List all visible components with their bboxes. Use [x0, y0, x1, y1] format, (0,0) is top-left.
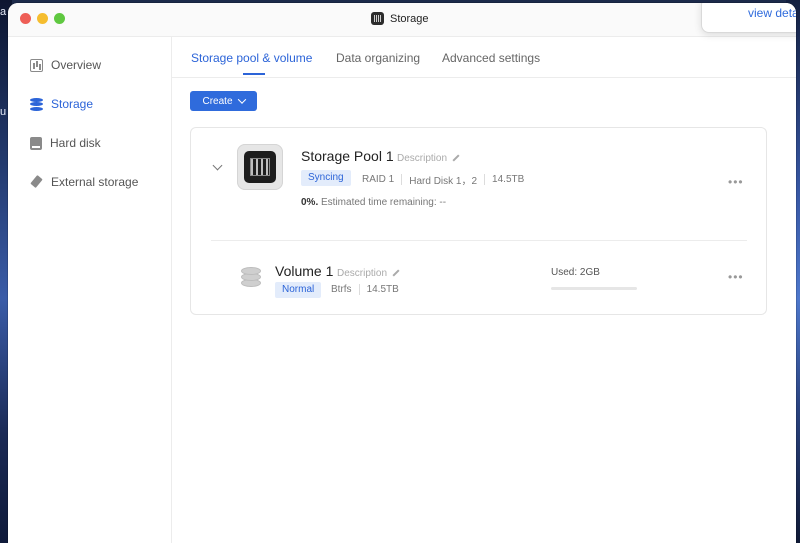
volume-usage-bar	[551, 287, 637, 290]
active-tab-indicator	[243, 73, 265, 75]
volume-icon	[240, 267, 262, 289]
create-button[interactable]: Create	[190, 91, 257, 111]
tab-bar: Storage pool & volume Data organizing Ad…	[171, 37, 796, 78]
volume-name: Volume 1	[275, 263, 334, 279]
sidebar-item-storage[interactable]: Storage	[30, 94, 93, 114]
sidebar-item-hard-disk[interactable]: Hard disk	[30, 133, 101, 153]
pool-capacity: 14.5TB	[492, 174, 525, 185]
storage-window: Storage Overview Storage Hard disk Exter…	[8, 3, 796, 543]
volume-meta: Btrfs 14.5TB	[331, 284, 399, 295]
divider	[211, 240, 747, 241]
tab-storage-pool-volume[interactable]: Storage pool & volume	[191, 51, 312, 65]
chevron-down-icon	[237, 95, 246, 104]
database-icon	[30, 97, 43, 111]
sidebar-item-external-storage[interactable]: External storage	[30, 172, 138, 192]
progress-percent: 0%.	[301, 197, 319, 208]
tab-data-organizing[interactable]: Data organizing	[336, 51, 420, 65]
edit-pencil-icon	[392, 269, 400, 277]
sidebar-item-label: Overview	[51, 58, 102, 72]
notification-popover: view details	[701, 3, 796, 33]
sidebar-item-overview[interactable]: Overview	[30, 55, 101, 75]
window-title: Storage	[371, 12, 429, 25]
create-button-label: Create	[202, 95, 233, 107]
usb-drive-icon	[30, 176, 43, 189]
pool-name: Storage Pool 1	[301, 148, 394, 164]
volume-description-label: Description	[337, 268, 388, 279]
desktop-label-fragment: a	[0, 6, 7, 18]
pool-meta: RAID 1 Hard Disk 1，2 14.5TB	[362, 172, 524, 187]
sidebar-item-label: Storage	[51, 97, 94, 111]
pool-description-edit[interactable]: Description	[397, 153, 460, 164]
pool-more-icon[interactable]: •••	[728, 175, 744, 189]
sidebar: Overview Storage Hard disk External stor…	[8, 37, 172, 543]
title-bar: Storage	[8, 3, 796, 37]
storage-pool-card: Storage Pool 1 Description Syncing RAID …	[190, 127, 767, 315]
storage-pool-icon	[237, 144, 283, 190]
sidebar-item-label: External storage	[51, 175, 139, 189]
pool-sync-progress: 0%. Estimated time remaining: --	[301, 197, 446, 208]
minimize-button[interactable]	[37, 13, 48, 24]
hard-disk-icon	[30, 136, 42, 150]
edit-pencil-icon	[452, 154, 460, 162]
pool-raid: RAID 1	[362, 174, 395, 185]
storage-app-icon	[371, 12, 384, 25]
close-button[interactable]	[20, 13, 31, 24]
progress-text: Estimated time remaining: --	[321, 197, 447, 208]
pool-description-label: Description	[397, 153, 448, 164]
collapse-chevron-icon[interactable]	[212, 160, 223, 171]
window-title-text: Storage	[390, 12, 429, 25]
volume-capacity: 14.5TB	[366, 284, 399, 295]
maximize-button[interactable]	[54, 13, 65, 24]
pool-disks: Hard Disk 1，2	[409, 176, 478, 187]
volume-filesystem: Btrfs	[331, 284, 352, 295]
view-details-link[interactable]: view details	[748, 6, 796, 20]
sidebar-item-label: Hard disk	[50, 136, 101, 150]
volume-more-icon[interactable]: •••	[728, 270, 744, 284]
volume-description-edit[interactable]: Description	[337, 268, 400, 279]
desktop-label-fragment: u	[0, 106, 7, 118]
volume-used-label: Used: 2GB	[551, 267, 600, 278]
pool-status-badge: Syncing	[301, 170, 351, 186]
tab-advanced-settings[interactable]: Advanced settings	[442, 51, 540, 65]
volume-status-badge: Normal	[275, 282, 322, 298]
overview-icon	[30, 58, 43, 72]
